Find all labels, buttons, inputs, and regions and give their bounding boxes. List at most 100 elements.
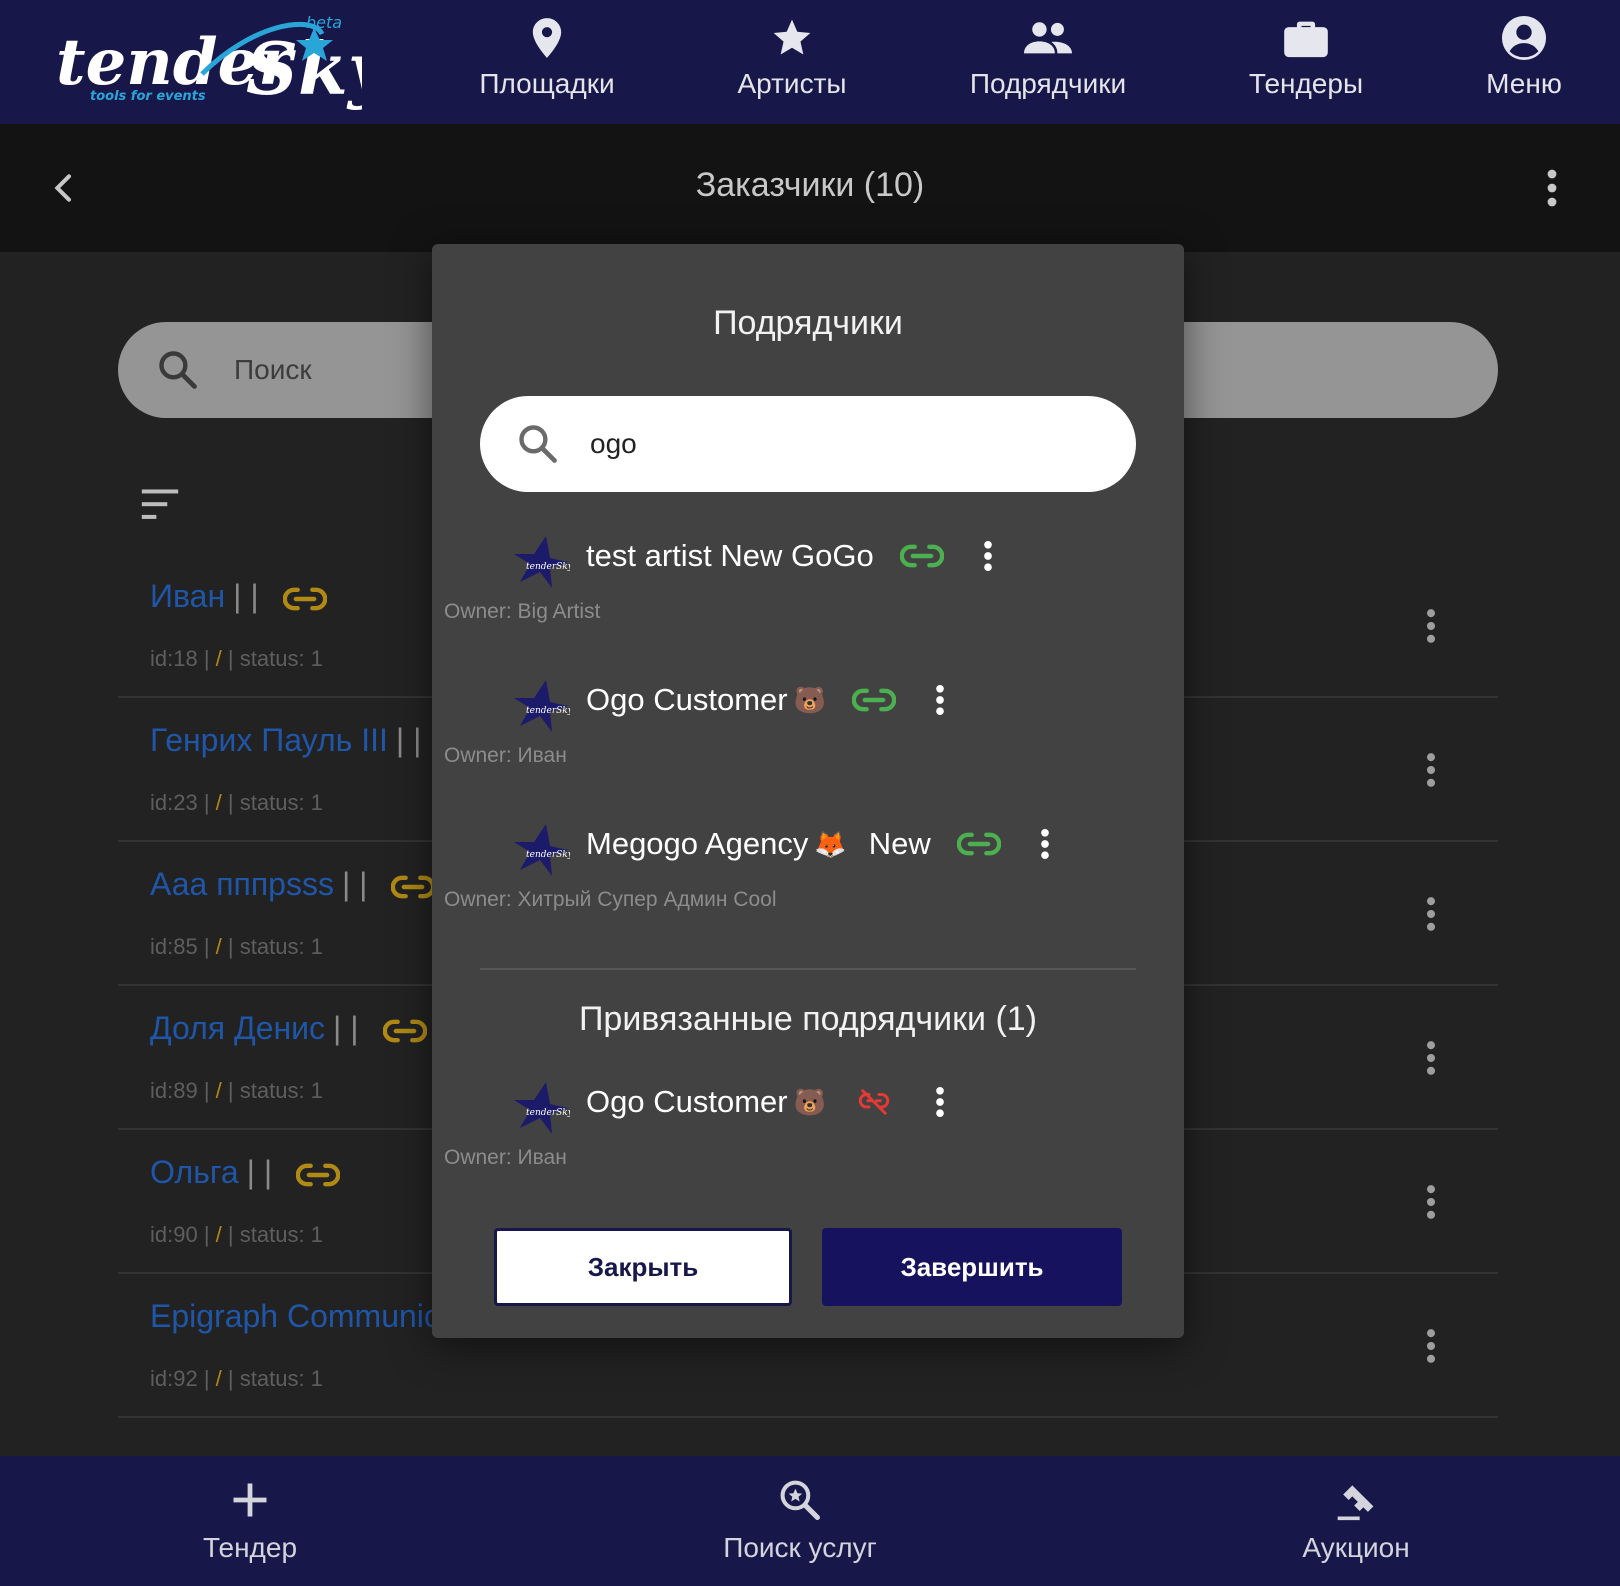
svg-text:tools for events: tools for events bbox=[90, 89, 206, 104]
customer-status: | status: 1 bbox=[227, 934, 323, 959]
bottom-nav-tender[interactable]: Тендер bbox=[100, 1478, 400, 1578]
customer-bars: | | bbox=[341, 866, 368, 902]
meta-slash: / bbox=[215, 1366, 222, 1391]
more-vertical-icon[interactable] bbox=[1416, 1324, 1446, 1368]
search-icon bbox=[516, 422, 560, 466]
customer-status: | status: 1 bbox=[227, 1222, 323, 1247]
more-vertical-icon[interactable] bbox=[1416, 604, 1446, 648]
nav-venues-label: Площадки bbox=[479, 68, 615, 99]
contractor-result[interactable]: tenderSky Ogo Customer 🐻 Owner: Иван bbox=[444, 678, 1152, 808]
page-title: Заказчики (10) bbox=[695, 166, 925, 204]
link-icon[interactable] bbox=[851, 685, 896, 715]
meta-slash: / bbox=[215, 646, 222, 671]
meta-slash: / bbox=[215, 790, 222, 815]
contractor-logo-icon: tenderSky bbox=[514, 1082, 570, 1134]
more-vertical-icon[interactable] bbox=[1416, 1180, 1446, 1224]
people-icon bbox=[1024, 14, 1072, 62]
link-icon bbox=[282, 587, 327, 610]
header-more-button[interactable] bbox=[1532, 164, 1572, 212]
sort-icon[interactable] bbox=[138, 484, 182, 524]
customer-name[interactable]: Epigraph Communic bbox=[150, 1298, 440, 1334]
nav-contractors-label: Подрядчики bbox=[969, 68, 1127, 99]
bottom-nav-tender-label: Тендер bbox=[202, 1532, 298, 1563]
contractor-owner: Owner: Иван bbox=[444, 1146, 567, 1169]
meta-slash: / bbox=[215, 1222, 222, 1247]
svg-text:beta: beta bbox=[306, 13, 342, 32]
meta-slash: / bbox=[215, 934, 222, 959]
customer-id: id:90 | bbox=[150, 1222, 210, 1247]
contractor-logo-icon: tenderSky bbox=[514, 824, 570, 876]
dialog-search[interactable] bbox=[480, 396, 1136, 492]
link-icon[interactable] bbox=[956, 829, 1001, 859]
bottom-nav-auction-label: Аукцион bbox=[1302, 1532, 1410, 1563]
dialog-title: Подрядчики bbox=[713, 304, 903, 342]
fox-emoji: 🦊 bbox=[814, 828, 847, 859]
more-vertical-icon[interactable] bbox=[1416, 748, 1446, 792]
finish-button[interactable]: Завершить bbox=[822, 1228, 1122, 1306]
linked-contractors-title: Привязанные подрядчики (1) bbox=[578, 1000, 1038, 1038]
linked-contractor[interactable]: tenderSky Ogo Customer 🐻 Owner: Иван bbox=[444, 1080, 1152, 1210]
contractor-owner: Owner: Иван bbox=[444, 744, 567, 767]
customer-name[interactable]: Ольга bbox=[150, 1154, 239, 1190]
nav-contractors[interactable]: Подрядчики bbox=[948, 14, 1148, 114]
customer-id: id:92 | bbox=[150, 1366, 210, 1391]
customer-status: | status: 1 bbox=[227, 1078, 323, 1103]
more-vertical-icon[interactable] bbox=[932, 680, 948, 720]
search-star-icon bbox=[780, 1480, 820, 1520]
header-bar: Заказчики (10) bbox=[0, 124, 1620, 252]
customer-id: id:18 | bbox=[150, 646, 210, 671]
contractor-result[interactable]: tenderSky test artist New GoGo Owner: Bi… bbox=[444, 534, 1152, 664]
contractor-result[interactable]: tenderSky Megogo Agency 🦊 New Owner: Хит… bbox=[444, 822, 1152, 952]
nav-venues[interactable]: Площадки bbox=[447, 14, 647, 114]
more-vertical-icon[interactable] bbox=[1416, 1036, 1446, 1080]
dialog-search-input[interactable] bbox=[590, 418, 1090, 470]
contractor-owner: Owner: Big Artist bbox=[444, 600, 601, 623]
close-button[interactable]: Закрыть bbox=[494, 1228, 792, 1306]
more-vertical-icon bbox=[1547, 169, 1557, 207]
briefcase-icon bbox=[1282, 14, 1330, 62]
nav-menu-label: Меню bbox=[1486, 68, 1562, 99]
customer-status: | status: 1 bbox=[227, 790, 323, 815]
bottom-nav-service-search[interactable]: Поиск услуг bbox=[650, 1478, 950, 1578]
star-icon bbox=[768, 14, 816, 62]
more-vertical-icon[interactable] bbox=[980, 536, 996, 576]
customer-name[interactable]: Доля Денис bbox=[150, 1010, 325, 1046]
tendersky-logo[interactable]: tender Sky tools for events beta bbox=[52, 4, 394, 120]
customer-name[interactable]: Иван bbox=[150, 578, 225, 614]
svg-text:tenderSky: tenderSky bbox=[526, 850, 570, 860]
svg-text:tenderSky: tenderSky bbox=[526, 706, 570, 716]
search-icon bbox=[156, 348, 200, 392]
bottom-nav-auction[interactable]: Аукцион bbox=[1206, 1478, 1506, 1578]
unlink-icon[interactable] bbox=[852, 1087, 896, 1117]
nav-menu[interactable]: Меню bbox=[1424, 14, 1620, 114]
contractor-name[interactable]: Megogo Agency bbox=[586, 826, 808, 862]
link-icon bbox=[391, 875, 436, 898]
top-navigation: tender Sky tools for events beta Площадк… bbox=[0, 0, 1620, 124]
svg-text:Sky: Sky bbox=[246, 26, 362, 111]
contractor-name[interactable]: test artist New GoGo bbox=[586, 538, 874, 574]
bear-emoji: 🐻 bbox=[793, 1086, 826, 1117]
customer-name[interactable]: Ааа пппpsss bbox=[150, 866, 334, 902]
contractor-logo-icon: tenderSky bbox=[514, 536, 570, 588]
contractors-dialog: Подрядчики tenderSky test artist New GoG… bbox=[432, 244, 1184, 1338]
customer-id: id:85 | bbox=[150, 934, 210, 959]
nav-artists[interactable]: Артисты bbox=[692, 14, 892, 114]
more-vertical-icon[interactable] bbox=[932, 1082, 948, 1122]
contractor-owner: Owner: Хитрый Супер Админ Cool bbox=[444, 888, 777, 911]
nav-tenders[interactable]: Тендеры bbox=[1206, 14, 1406, 114]
bear-emoji: 🐻 bbox=[793, 684, 826, 715]
customer-bars: | | bbox=[333, 1010, 359, 1046]
search-placeholder: Поиск bbox=[234, 354, 312, 385]
customer-id: id:23 | bbox=[150, 790, 210, 815]
contractor-name[interactable]: Ogo Customer bbox=[586, 682, 788, 718]
plus-icon bbox=[233, 1483, 267, 1517]
customer-bars: | | bbox=[233, 578, 259, 614]
contractor-logo-icon: tenderSky bbox=[514, 680, 570, 732]
customer-name[interactable]: Генрих Пауль III bbox=[150, 722, 388, 758]
svg-text:tenderSky: tenderSky bbox=[526, 1108, 570, 1118]
more-vertical-icon[interactable] bbox=[1416, 892, 1446, 936]
link-icon[interactable] bbox=[899, 541, 944, 571]
contractor-name[interactable]: Ogo Customer bbox=[586, 1084, 788, 1120]
customer-id: id:89 | bbox=[150, 1078, 210, 1103]
more-vertical-icon[interactable] bbox=[1037, 824, 1053, 864]
